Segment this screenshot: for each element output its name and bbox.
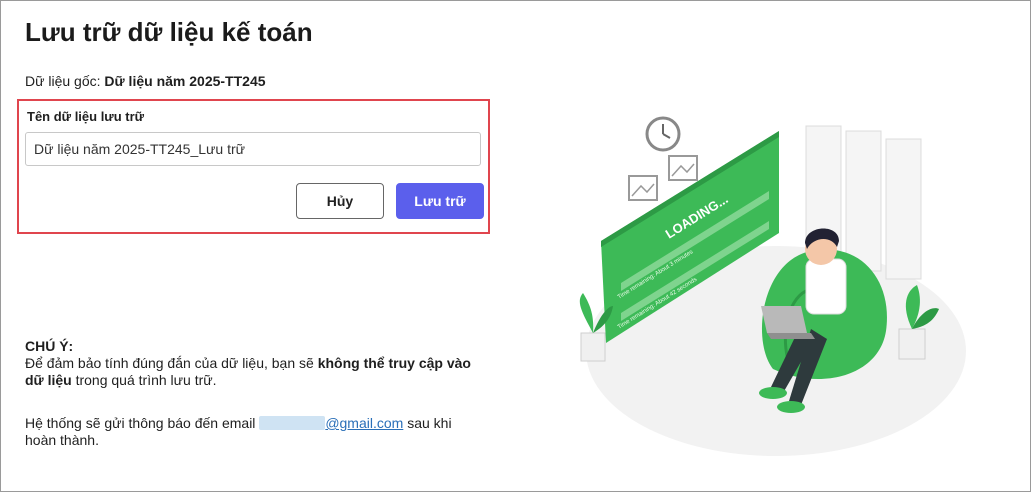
laptop-icon xyxy=(761,306,807,333)
note-text-after: trong quá trình lưu trữ. xyxy=(75,372,217,388)
loading-illustration: LOADING... Time remaining: About 3 minut… xyxy=(579,116,966,456)
dialog-window: Lưu trữ dữ liệu kế toán Dữ liệu gốc: Dữ … xyxy=(0,0,1031,492)
source-label: Dữ liệu gốc: xyxy=(25,73,101,89)
source-value: Dữ liệu năm 2025-TT245 xyxy=(104,73,266,89)
page-title: Lưu trữ dữ liệu kế toán xyxy=(25,17,313,47)
archive-form: Tên dữ liệu lưu trữ Hủy Lưu trữ xyxy=(17,99,490,234)
archive-name-label: Tên dữ liệu lưu trữ xyxy=(27,109,145,124)
email-link[interactable]: @gmail.com xyxy=(325,415,403,431)
email-notice: Hệ thống sẽ gửi thông báo đến email @gma… xyxy=(25,415,485,449)
clock-icon xyxy=(645,116,681,152)
warning-note: CHÚ Ý: Để đảm bảo tính đúng đắn của dữ l… xyxy=(25,338,485,389)
cancel-button[interactable]: Hủy xyxy=(296,183,384,219)
note-text-before: Để đảm bảo tính đúng đắn của dữ liệu, bạ… xyxy=(25,355,314,371)
source-data: Dữ liệu gốc: Dữ liệu năm 2025-TT245 xyxy=(25,73,266,89)
wall-panel xyxy=(885,138,922,280)
save-archive-button[interactable]: Lưu trữ xyxy=(396,183,484,219)
picture-frame-icon xyxy=(628,175,658,201)
note-title: CHÚ Ý: xyxy=(25,338,74,354)
picture-frame-icon xyxy=(668,155,698,181)
email-text-before: Hệ thống sẽ gửi thông báo đến email xyxy=(25,415,256,431)
archive-name-input[interactable] xyxy=(25,132,481,166)
wall-panel xyxy=(845,130,882,272)
email-redacted xyxy=(259,416,326,430)
